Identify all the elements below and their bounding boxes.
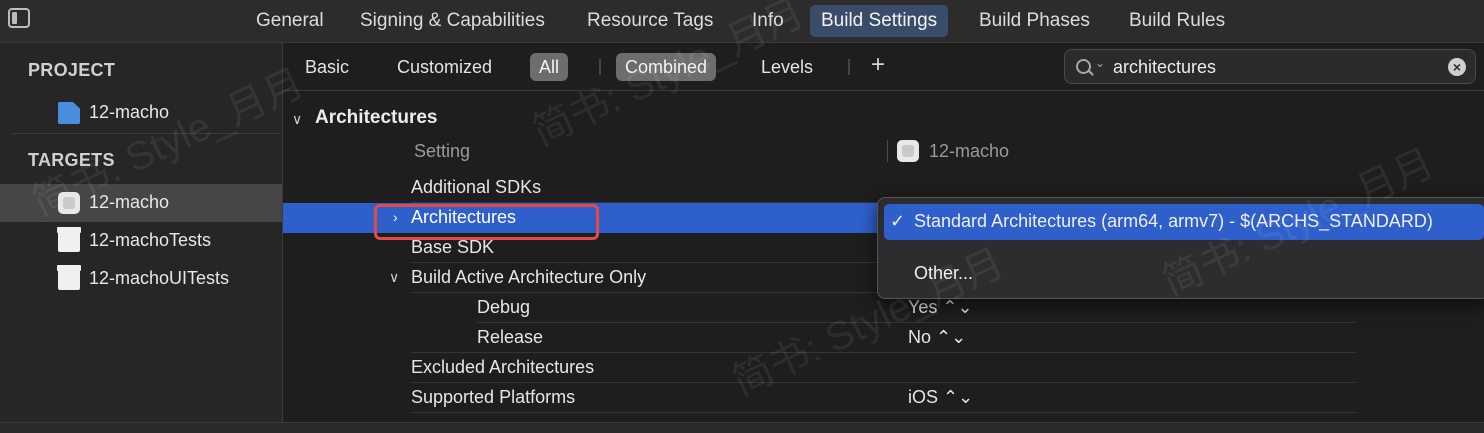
section-title: Architectures: [315, 107, 438, 128]
view-combined-button[interactable]: Combined: [616, 53, 717, 81]
setting-row[interactable]: Excluded Architectures: [283, 353, 1484, 383]
project-navigator: PROJECT 12-macho TARGETS 12-macho 12-mac…: [0, 43, 283, 432]
sidebar-item-target[interactable]: 12-machoUITests: [0, 260, 282, 298]
menu-item-label: Standard Architectures (arm64, armv7) - …: [914, 211, 1433, 231]
targets-header: TARGETS: [28, 150, 115, 170]
tab-build-phases[interactable]: Build Phases: [968, 5, 1101, 37]
setting-value-popup[interactable]: No ⌃⌄: [908, 327, 966, 348]
tab-general[interactable]: General: [245, 5, 335, 37]
build-settings-filter-bar: Basic Customized All Combined Levels + ⌄…: [283, 43, 1484, 91]
project-file-icon: [58, 102, 80, 124]
clear-icon[interactable]: ×: [1448, 58, 1466, 76]
sidebar-item-label: 12-macho: [89, 192, 170, 212]
filter-customized-button[interactable]: Customized: [388, 53, 501, 81]
test-bundle-icon: [57, 227, 81, 252]
setting-value-popup[interactable]: iOS ⌃⌄: [908, 387, 973, 408]
view-levels-button[interactable]: Levels: [752, 53, 822, 81]
annotation-highlight-box: [374, 204, 599, 240]
add-setting-button[interactable]: +: [871, 51, 885, 79]
checkmark-icon: ✓: [890, 211, 906, 231]
app-target-icon: [58, 192, 80, 214]
sidebar-item-target[interactable]: 12-macho: [0, 184, 282, 222]
chevron-down-icon[interactable]: ∨: [292, 111, 302, 128]
setting-name: Excluded Architectures: [411, 357, 595, 377]
tab-signing-capabilities[interactable]: Signing & Capabilities: [349, 5, 556, 37]
setting-name: Build Active Architecture Only: [411, 267, 647, 287]
menu-item-label: Other...: [914, 263, 974, 283]
setting-row[interactable]: Supported Platforms iOS ⌃⌄: [283, 383, 1484, 413]
setting-name: Debug: [477, 297, 531, 317]
filter-separator: [599, 59, 601, 75]
filter-all-button[interactable]: All: [530, 53, 569, 81]
filter-basic-button[interactable]: Basic: [296, 53, 358, 81]
sidebar-divider: [12, 133, 280, 134]
search-input[interactable]: [1113, 55, 1433, 79]
architectures-popup-menu: ✓ Standard Architectures (arm64, armv7) …: [877, 197, 1484, 299]
setting-name: Additional SDKs: [411, 177, 542, 197]
setting-name: Base SDK: [411, 237, 495, 257]
editor-tab-bar: General Signing & Capabilities Resource …: [0, 0, 1484, 43]
column-separator: [887, 140, 888, 162]
chevron-down-icon[interactable]: ⌄: [1095, 56, 1105, 70]
sidebar-item-target[interactable]: 12-machoTests: [0, 222, 282, 260]
setting-name: Supported Platforms: [411, 387, 576, 407]
sidebar-toggle-icon[interactable]: [8, 8, 30, 28]
sidebar-item-project[interactable]: 12-macho: [0, 94, 282, 132]
setting-name: Release: [477, 327, 544, 347]
row-divider: [411, 412, 1356, 413]
tab-build-rules[interactable]: Build Rules: [1118, 5, 1236, 37]
project-header: PROJECT: [28, 60, 116, 80]
setting-column-header: Setting: [414, 141, 471, 161]
chevron-down-icon[interactable]: ∨: [389, 269, 399, 286]
filter-separator: [848, 59, 850, 75]
tab-info[interactable]: Info: [741, 5, 795, 37]
setting-value-popup[interactable]: Yes ⌃⌄: [908, 297, 973, 318]
sidebar-item-label: 12-macho: [89, 102, 170, 122]
tab-build-settings[interactable]: Build Settings: [810, 5, 949, 37]
tab-resource-tags[interactable]: Resource Tags: [576, 5, 724, 37]
sidebar-item-label: 12-machoTests: [89, 230, 212, 250]
menu-item-standard-architectures[interactable]: ✓ Standard Architectures (arm64, armv7) …: [884, 204, 1484, 240]
target-column-header: 12-macho: [929, 141, 1010, 161]
app-target-icon: [897, 140, 919, 162]
sidebar-item-label: 12-machoUITests: [89, 268, 230, 288]
test-bundle-icon: [57, 265, 81, 290]
search-icon: [1076, 59, 1091, 74]
menu-item-other[interactable]: Other...: [884, 256, 1484, 292]
setting-row[interactable]: Release No ⌃⌄: [283, 323, 1484, 353]
bottom-bar: [0, 422, 1484, 433]
search-field[interactable]: ⌄ ×: [1064, 49, 1476, 84]
